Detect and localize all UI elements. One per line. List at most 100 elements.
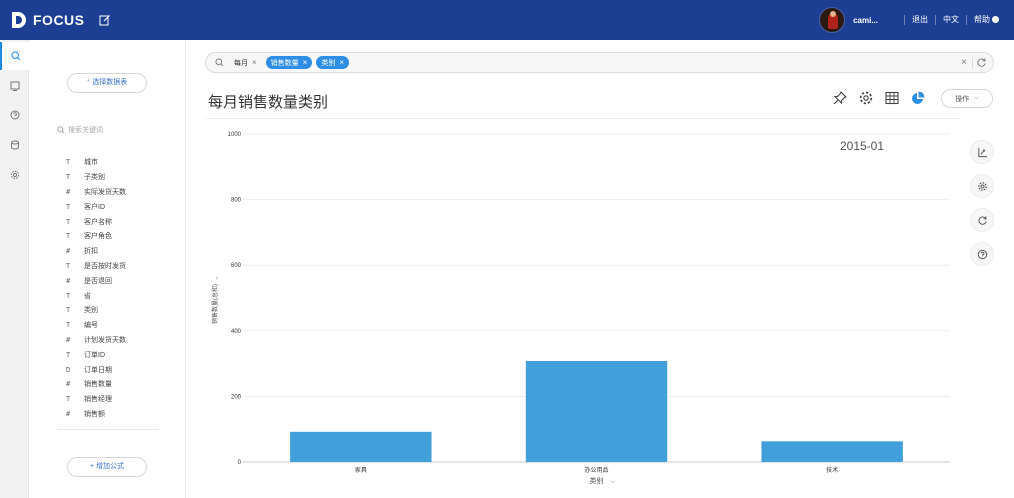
operate-dropdown[interactable]: 操作 ⌵ — [941, 89, 993, 108]
column-item[interactable]: T 类别 — [66, 303, 126, 318]
chevron-down-icon: ⌵ — [974, 95, 979, 101]
column-item[interactable]: # 计划发货天数 — [66, 333, 126, 348]
column-label: 省 — [84, 292, 91, 300]
text-type-icon: T — [66, 306, 71, 315]
y-tick-label: 400 — [231, 329, 242, 335]
gear-icon — [10, 170, 19, 180]
help-icon — [977, 249, 987, 259]
gear-icon[interactable] — [858, 90, 874, 106]
column-item[interactable]: D 订单日期 — [66, 362, 126, 377]
add-formula-button[interactable]: + 增加公式 — [67, 457, 147, 477]
refresh-icon[interactable] — [976, 57, 987, 68]
column-item[interactable]: # 销售额 — [66, 407, 126, 422]
column-label: 订单日期 — [84, 366, 112, 374]
clear-search-icon[interactable]: × — [961, 57, 967, 68]
y-tick-label: 0 — [238, 460, 242, 466]
date-type-icon: D — [66, 365, 71, 374]
period-label: 2015-01 — [840, 139, 884, 153]
column-item[interactable]: T 子类别 — [66, 170, 126, 185]
text-type-icon: T — [66, 395, 71, 404]
gear-icon — [977, 181, 987, 191]
question-nav[interactable] — [0, 101, 29, 129]
text-type-icon: T — [66, 261, 71, 270]
remove-token-icon[interactable]: × — [252, 58, 257, 67]
logout-link[interactable]: 退出 — [904, 15, 935, 25]
column-item[interactable]: # 销售数量 — [66, 377, 126, 392]
table-icon[interactable] — [884, 90, 900, 106]
column-item[interactable]: T 是否按时发货 — [66, 259, 126, 274]
database-nav[interactable] — [0, 131, 29, 159]
y-tick-label: 1000 — [228, 132, 242, 138]
column-label: 城市 — [84, 159, 98, 167]
text-type-icon: T — [66, 232, 71, 241]
column-label: 销售数量 — [84, 381, 112, 389]
edit-icon[interactable] — [99, 14, 111, 26]
column-label: 类别 — [84, 307, 98, 315]
remove-token-icon[interactable]: × — [339, 58, 344, 67]
pin-icon[interactable] — [832, 90, 848, 106]
bar — [525, 360, 668, 462]
column-item[interactable]: T省 — [66, 288, 126, 303]
text-type-icon: T — [66, 217, 71, 226]
column-item[interactable]: T 客户ID — [66, 199, 126, 214]
token-label: 类别 — [321, 59, 336, 67]
chart-refresh-button[interactable] — [970, 208, 994, 232]
help-link[interactable]: 帮助 — [966, 15, 1006, 25]
axis-tool-button[interactable] — [970, 140, 994, 164]
operate-label: 操作 — [955, 95, 970, 103]
column-label: 是否按时发货 — [84, 262, 126, 270]
username[interactable]: cami... — [853, 16, 878, 25]
settings-nav[interactable] — [0, 161, 29, 189]
search-token[interactable]: 销售数量 × — [265, 56, 313, 69]
logo[interactable]: FOCUS — [10, 9, 85, 31]
top-bar: FOCUS cami... 退出 中文 帮助 — [0, 0, 1014, 40]
column-item[interactable]: T 客户角色 — [66, 229, 126, 244]
column-label: 客户ID — [84, 203, 105, 211]
column-label: 是否退回 — [84, 277, 112, 285]
column-item[interactable]: T 订单ID — [66, 347, 126, 362]
chevron-up-icon: › — [216, 275, 218, 282]
remove-token-icon[interactable]: × — [303, 58, 308, 67]
x-tick-label: 家具 — [355, 466, 367, 474]
search-token[interactable]: 类别 × — [316, 56, 350, 69]
divider — [972, 57, 973, 69]
search-bar[interactable]: 每月 × 销售数量 × 类别 × × — [205, 52, 994, 73]
avatar[interactable] — [819, 7, 846, 33]
column-item[interactable]: T 销售经理 — [66, 392, 126, 407]
column-label: 编号 — [84, 322, 98, 330]
text-type-icon: T — [66, 158, 71, 167]
column-item[interactable]: # 实际发货天数 — [66, 185, 126, 200]
column-label: 折扣 — [84, 248, 98, 256]
divider — [57, 429, 159, 430]
chart-help-button[interactable] — [970, 242, 994, 266]
question-icon — [10, 110, 19, 120]
text-type-icon: T — [66, 321, 71, 330]
column-label: 客户角色 — [84, 233, 112, 241]
divider — [205, 118, 961, 119]
number-type-icon: # — [66, 276, 71, 285]
token-label: 每月 — [234, 59, 248, 67]
search-nav[interactable] — [0, 42, 29, 70]
chart-settings-button[interactable] — [970, 174, 994, 198]
column-search-placeholder: 搜索关键词 — [68, 127, 103, 134]
text-type-icon: T — [66, 350, 71, 359]
column-label: 实际发货天数 — [84, 188, 126, 196]
select-datasource-button[interactable]: ⁺ 选择数据表 — [67, 73, 147, 93]
column-item[interactable]: T 客户名称 — [66, 214, 126, 229]
text-type-icon: T — [66, 173, 71, 182]
bar-chart: 0 200 400 600 800 1000 家具 办公用品 技术类别 ⌵ 销售数量(总和) › 201… — [211, 132, 950, 485]
column-item[interactable]: # 是否退回 — [66, 273, 126, 288]
language-link[interactable]: 中文 — [935, 15, 966, 25]
column-item[interactable]: T 城市 — [66, 155, 126, 170]
column-item[interactable]: # 折扣 — [66, 244, 126, 259]
text-type-icon: T — [66, 291, 71, 300]
pie-chart-icon[interactable] — [910, 90, 926, 106]
column-label: 客户名称 — [84, 218, 112, 226]
logo-mark-icon — [12, 12, 26, 28]
dashboard-nav[interactable] — [0, 72, 29, 100]
search-token[interactable]: 每月 × — [232, 56, 262, 69]
bar — [290, 431, 432, 462]
column-panel: ⁺ 选择数据表 搜索关键词 T 城市 T 子类别 # 实际发货天数 T 客户ID T 客户名称 T 客… — [29, 40, 186, 498]
column-search-input[interactable]: 搜索关键词 — [57, 124, 157, 136]
column-item[interactable]: T 编号 — [66, 318, 126, 333]
